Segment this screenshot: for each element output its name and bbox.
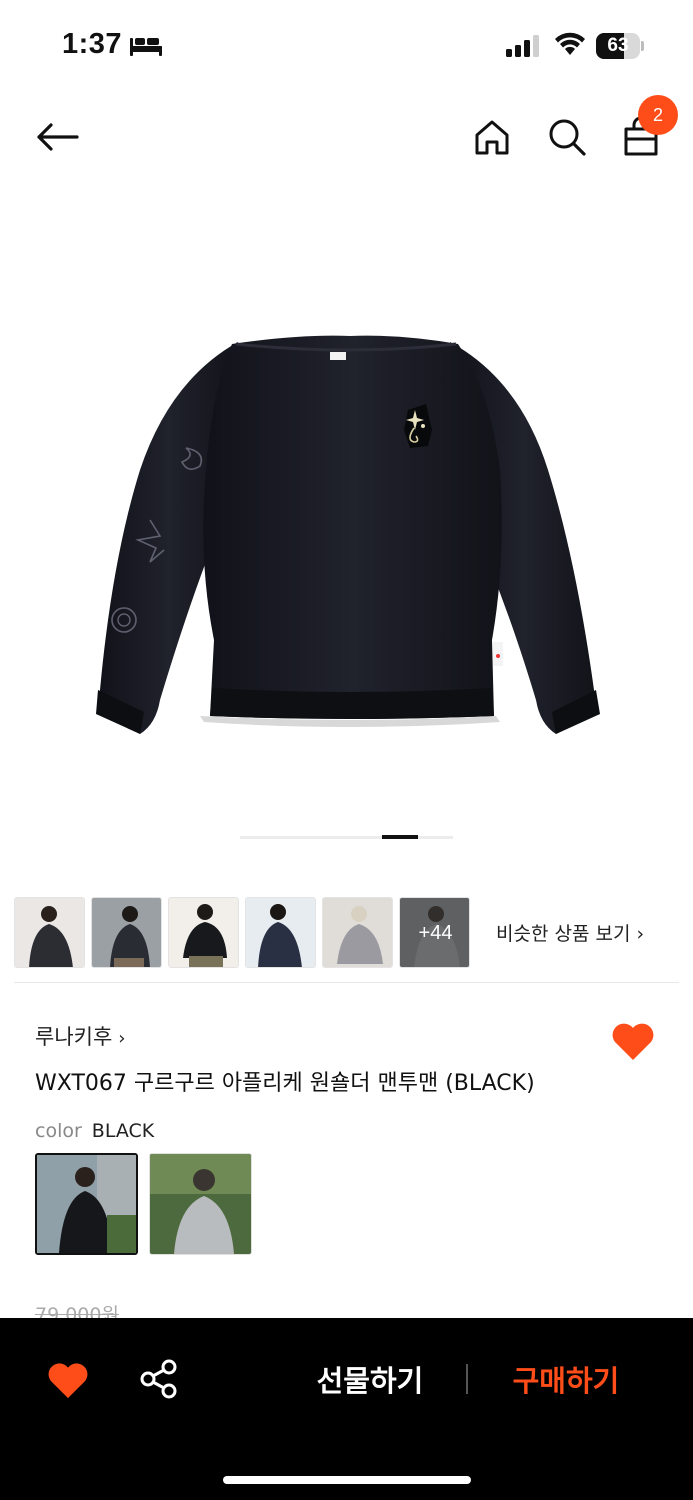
thumbnail[interactable] xyxy=(14,897,85,968)
gift-button[interactable]: 선물하기 xyxy=(290,1356,450,1406)
product-title: WXT067 구르구르 아플리케 원숄더 맨투맨 (BLACK) xyxy=(35,1071,535,1096)
buy-button[interactable]: 구매하기 xyxy=(486,1356,646,1406)
search-button[interactable] xyxy=(542,112,592,162)
sleep-focus-icon xyxy=(130,38,162,56)
cellular-signal-icon xyxy=(506,35,539,57)
brand-name: 루나키후 xyxy=(35,1025,113,1049)
color-selector-label: color BLACK xyxy=(35,1120,154,1142)
brand-link[interactable]: 루나키후 › xyxy=(35,1021,125,1051)
product-main-image[interactable] xyxy=(0,190,693,830)
heart-filled-icon xyxy=(612,1023,654,1060)
share-button[interactable] xyxy=(138,1358,180,1400)
image-pager xyxy=(240,835,453,839)
home-icon xyxy=(475,120,509,155)
status-bar: 1:37 63 xyxy=(0,0,693,90)
top-nav xyxy=(0,96,693,176)
thumbnail[interactable] xyxy=(322,897,393,968)
similar-products-label: 비슷한 상품 보기 xyxy=(496,923,631,945)
home-indicator[interactable] xyxy=(223,1476,471,1484)
back-arrow-icon xyxy=(37,123,79,151)
color-swatch-gray[interactable] xyxy=(149,1153,252,1255)
chevron-right-icon: › xyxy=(118,1028,126,1049)
thumbnail-more[interactable]: +44 xyxy=(399,897,470,968)
share-icon xyxy=(140,1359,177,1399)
selected-color: BLACK xyxy=(91,1120,155,1142)
similar-products-link[interactable]: 비슷한 상품 보기 › xyxy=(496,919,644,946)
section-divider xyxy=(14,982,679,983)
home-button[interactable] xyxy=(467,112,517,162)
image-pager-active xyxy=(382,835,418,839)
heart-filled-icon xyxy=(48,1363,88,1399)
bottom-wishlist-button[interactable] xyxy=(46,1360,90,1400)
search-icon xyxy=(549,119,586,156)
button-separator xyxy=(466,1364,468,1394)
color-swatch-black[interactable] xyxy=(35,1153,138,1255)
battery-percent: 63 xyxy=(607,35,629,56)
thumbnail[interactable] xyxy=(91,897,162,968)
back-button[interactable] xyxy=(32,112,82,162)
thumbnail[interactable] xyxy=(168,897,239,968)
bottom-action-bar: 선물하기 구매하기 xyxy=(0,1318,693,1500)
status-time: 1:37 xyxy=(62,28,123,60)
wishlist-button[interactable] xyxy=(610,1020,656,1062)
cart-count-badge: 2 xyxy=(638,95,678,135)
sweatshirt-image xyxy=(96,335,600,734)
thumbnail[interactable] xyxy=(245,897,316,968)
color-label: color xyxy=(35,1120,82,1142)
chevron-right-icon: › xyxy=(636,923,645,945)
more-thumbnails-count: +44 xyxy=(400,898,469,967)
wifi-icon xyxy=(555,32,585,55)
battery-indicator: 63 xyxy=(596,33,644,59)
